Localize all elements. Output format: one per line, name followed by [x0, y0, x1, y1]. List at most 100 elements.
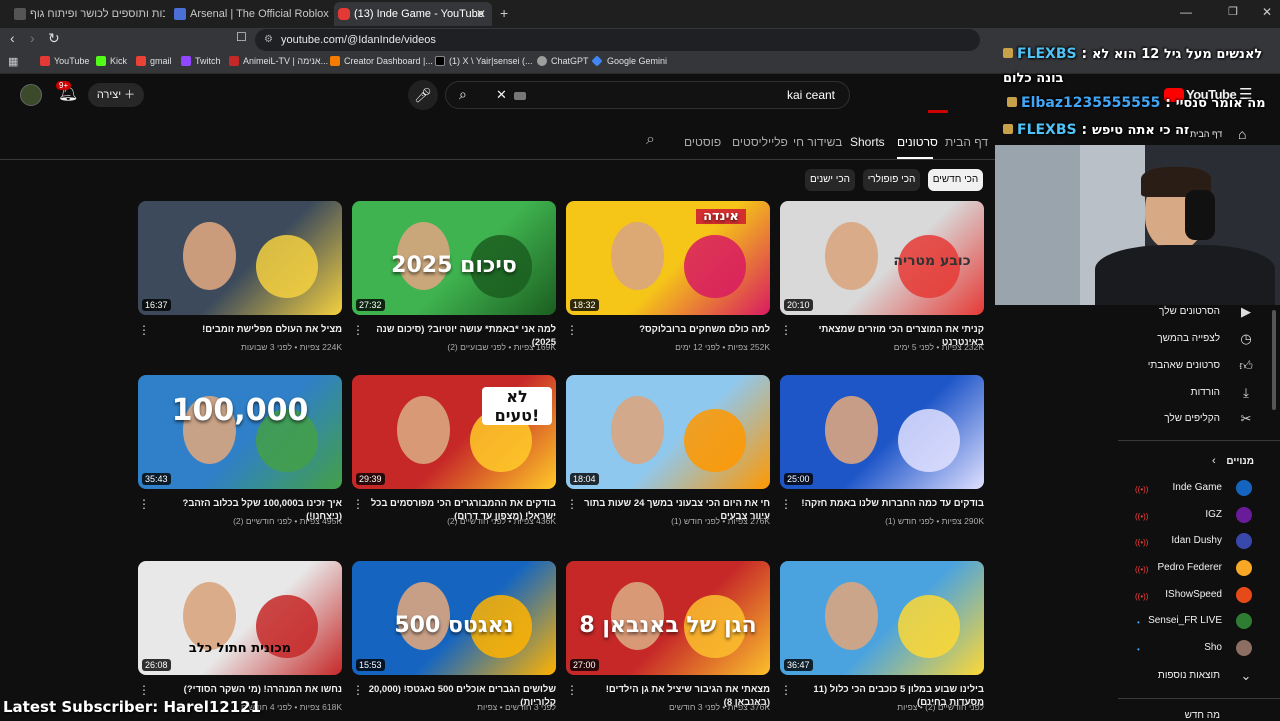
subscription-item[interactable]: ((•)) Idan Dushy [1130, 533, 1258, 551]
subscription-item[interactable]: ((•)) Inde Game [1130, 480, 1258, 498]
more-options-icon[interactable]: ⋮ [780, 323, 792, 337]
channel-avatar [1236, 533, 1252, 549]
more-options-icon[interactable]: ⋮ [138, 683, 150, 697]
play-box-icon: ▶ [1241, 304, 1251, 319]
video-thumbnail[interactable]: סיכום 2025 27:32 [352, 201, 556, 315]
tab-shorts[interactable]: Shorts [850, 135, 885, 149]
bookmark-twitch[interactable]: Twitch [181, 56, 221, 66]
sidebar-item-clips[interactable]: הקליפים שלך [1164, 413, 1220, 424]
close-tab-icon[interactable]: ✕ [476, 2, 486, 26]
bookmark-gmail[interactable]: gmail [136, 56, 172, 66]
video-thumbnail[interactable]: 25:00 [780, 375, 984, 489]
create-button[interactable]: יצירה ＋ [88, 83, 144, 107]
duration-badge: 18:04 [570, 473, 599, 485]
clear-search-icon[interactable]: ✕ [496, 87, 507, 103]
sidebar-item-downloads[interactable]: הורדות [1191, 387, 1220, 398]
more-options-icon[interactable]: ⋮ [566, 497, 578, 511]
sidebar-whats-new[interactable]: מה חדש [1185, 710, 1220, 721]
search-input[interactable]: ⌕ ✕ kai ceant [445, 81, 850, 109]
show-more-subs[interactable]: תוצאות נוספות [1158, 670, 1220, 681]
tab-posts[interactable]: פוסטים [684, 135, 721, 149]
youtube-icon [40, 56, 50, 66]
maximize-icon[interactable]: ❐ [1228, 5, 1238, 18]
more-options-icon[interactable]: ⋮ [780, 497, 792, 511]
subscription-item[interactable]: • Sho [1130, 640, 1258, 658]
chip-newest[interactable]: הכי חדשים [928, 169, 983, 191]
close-window-icon[interactable]: ✕ [1262, 5, 1272, 19]
more-options-icon[interactable]: ⋮ [352, 497, 364, 511]
chat-text: מה אומר סנסיי [1175, 96, 1266, 111]
subscription-item[interactable]: ((•)) Pedro Federer [1130, 560, 1258, 578]
video-title[interactable]: מציל את העולם מפלישת זומבים! [154, 323, 342, 336]
video-thumbnail[interactable]: 100,000 35:43 [138, 375, 342, 489]
sidebar-item-liked[interactable]: סרטונים שאהבתי [1148, 360, 1220, 371]
more-options-icon[interactable]: ⋮ [780, 683, 792, 697]
video-thumbnail[interactable]: אינדה 18:32 [566, 201, 770, 315]
more-options-icon[interactable]: ⋮ [566, 683, 578, 697]
chevron-left-icon[interactable]: ‹ [1212, 455, 1216, 467]
forward-icon[interactable]: › [30, 30, 35, 46]
subscription-item[interactable]: ((•)) IShowSpeed [1130, 587, 1258, 605]
video-thumbnail[interactable]: לא טעים! 29:39 [352, 375, 556, 489]
address-bar[interactable]: ⚙ youtube.com/@IdanInde/videos [255, 29, 980, 51]
apps-grid-icon[interactable]: ▦ [8, 55, 18, 68]
video-title[interactable]: למה כולם משחקים ברובלוקס? [582, 323, 770, 336]
duration-badge: 26:08 [142, 659, 171, 671]
home-icon[interactable]: ⌂ [1238, 126, 1246, 142]
keyboard-icon[interactable] [514, 92, 526, 100]
video-title[interactable]: בודקים עד כמה החברות שלנו באמת חזקה! [796, 497, 984, 510]
browser-tab-supplements[interactable]: מוצרי איכות ותוספים לכושר ופיתוח גוף [10, 2, 165, 26]
more-options-icon[interactable]: ⋮ [352, 323, 364, 337]
sidebar-item-watch-later[interactable]: לצפייה בהמשך [1157, 333, 1220, 344]
video-thumbnail[interactable]: 36:47 [780, 561, 984, 675]
scissors-icon: ✂ [1240, 411, 1252, 426]
browser-tab-youtube[interactable]: (13) Inde Game - YouTube ✕ [334, 2, 492, 26]
more-options-icon[interactable]: ⋮ [138, 323, 150, 337]
video-thumbnail[interactable]: 18:04 [566, 375, 770, 489]
video-title[interactable]: נחשו את המנהרה! (מי השקר הסודי?) [154, 683, 342, 696]
more-options-icon[interactable]: ⋮ [566, 323, 578, 337]
video-thumbnail[interactable]: מכונית חתול כלב 26:08 [138, 561, 342, 675]
subscriptions-header[interactable]: מנויים [1226, 456, 1254, 467]
reload-icon[interactable]: ↻ [48, 30, 60, 47]
tab-videos[interactable]: סרטונים [897, 135, 938, 149]
new-tab-icon[interactable]: + [500, 5, 508, 21]
chip-popular[interactable]: הכי פופולרי [863, 169, 920, 191]
video-thumbnail[interactable]: 500 נאגטס 15:53 [352, 561, 556, 675]
bookmark-gemini[interactable]: Google Gemini [591, 55, 667, 67]
subscription-item[interactable]: ((•)) IGZ [1130, 507, 1258, 525]
chip-oldest[interactable]: הכי ישנים [805, 169, 855, 191]
sidebar-home-label[interactable]: דף הבית [1190, 129, 1222, 139]
channel-search-icon[interactable]: ⌕ [646, 131, 655, 149]
tab-home[interactable]: דף הבית [945, 135, 988, 149]
video-thumbnail[interactable]: 16:37 [138, 201, 342, 315]
bookmark-youtube[interactable]: YouTube [40, 56, 89, 66]
search-icon[interactable]: ⌕ [459, 86, 467, 103]
bookmark-kick[interactable]: Kick [96, 56, 127, 66]
more-options-icon[interactable]: ⋮ [138, 497, 150, 511]
subscription-item[interactable]: • Sensei_FR LIVE [1130, 613, 1258, 631]
bookmark-creator-dashboard[interactable]: Creator Dashboard |... [330, 56, 433, 66]
chat-message: Elbaz1235555555 : מה אומר סנסיי [1007, 92, 1266, 111]
bookmark-chatgpt[interactable]: ChatGPT [537, 56, 589, 66]
chat-username: Elbaz1235555555 [1021, 95, 1161, 111]
video-thumbnail[interactable]: כובע מטריה 20:10 [780, 201, 984, 315]
more-options-icon[interactable]: ⋮ [352, 683, 364, 697]
chevron-down-icon[interactable]: ⌄ [1238, 668, 1254, 684]
avatar[interactable] [20, 84, 42, 106]
bookmark-x[interactable]: (1) X \ Yair|sensei (... [435, 56, 533, 66]
bookmark-animeil[interactable]: AnimeiL-TV | אנימה... [229, 56, 328, 66]
sidebar-item-your-videos[interactable]: הסרטונים שלך [1159, 306, 1220, 317]
tab-live[interactable]: בשידור חי [793, 135, 842, 149]
back-icon[interactable]: ‹ [10, 30, 15, 46]
site-info-icon[interactable]: ⚙ [264, 29, 273, 51]
minimize-icon[interactable]: — [1180, 5, 1192, 19]
browser-tab-roblox[interactable]: Arsenal | The Official Roblox Website [170, 2, 330, 26]
bookmark-icon[interactable]: ☐ [236, 30, 247, 44]
sidebar-scrollbar[interactable] [1272, 310, 1276, 410]
tab-playlists[interactable]: פלייליסטים [732, 135, 788, 149]
voice-search-icon[interactable]: 🎤︎ [408, 80, 438, 110]
video-thumbnail[interactable]: הגן של באנבאן 8 27:00 [566, 561, 770, 675]
duration-badge: 15:53 [356, 659, 385, 671]
channel-avatar [1236, 560, 1252, 576]
